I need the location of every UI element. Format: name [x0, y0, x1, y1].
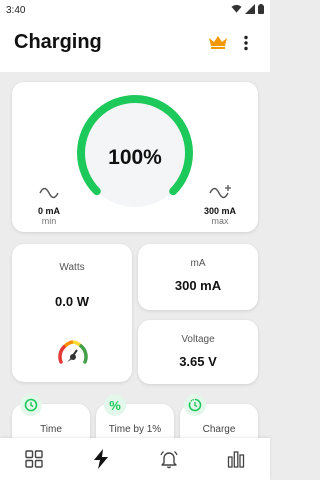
- time-card-label: Time: [40, 424, 62, 435]
- max-current: 300 mA max: [198, 206, 242, 226]
- current-card: mA 300 mA: [138, 244, 258, 310]
- min-current: 0 mA min: [30, 206, 68, 226]
- signal-icon: [245, 4, 255, 14]
- charge-timer-icon: [184, 394, 206, 416]
- charge-card-label: Charge: [202, 424, 236, 435]
- crown-icon[interactable]: [208, 35, 228, 49]
- current-value: 300 mA: [174, 278, 222, 293]
- min-current-caption: min: [41, 216, 57, 226]
- watts-card: Watts 0.0 W: [12, 244, 132, 382]
- bottom-navigation: [0, 438, 270, 480]
- speedometer-icon: [58, 340, 88, 364]
- voltage-label: Voltage: [181, 334, 215, 345]
- app-bar: Charging: [0, 22, 270, 72]
- grid-icon: [25, 450, 43, 468]
- status-icons: [231, 4, 264, 14]
- nav-charging[interactable]: [90, 448, 112, 470]
- time-per-percent-label: Time by 1%: [108, 424, 162, 435]
- battery-icon: [258, 4, 264, 14]
- status-time: 3:40: [6, 5, 26, 16]
- max-current-value: 300 mA: [203, 206, 237, 216]
- status-bar: 3:40: [0, 0, 270, 22]
- sine-wave-icon: [39, 187, 59, 199]
- page-title: Charging: [14, 31, 102, 53]
- voltage-card: Voltage 3.65 V: [138, 320, 258, 384]
- voltage-value: 3.65 V: [179, 354, 217, 369]
- percent-icon: %: [104, 394, 126, 416]
- battery-percent: 100%: [108, 146, 162, 169]
- max-current-caption: max: [211, 216, 229, 226]
- nav-dashboard[interactable]: [23, 448, 45, 470]
- current-label: mA: [190, 258, 206, 269]
- nav-alarm[interactable]: [158, 448, 180, 470]
- sine-wave-plus-icon: [209, 185, 231, 199]
- battery-gauge-card: 100% 0 mA min 300 mA max: [12, 82, 258, 232]
- more-options-icon[interactable]: [243, 35, 249, 51]
- watts-label: Watts: [59, 262, 85, 273]
- watts-value: 0.0 W: [55, 294, 89, 309]
- bar-chart-icon: [227, 451, 245, 468]
- bell-icon: [160, 450, 178, 469]
- min-current-value: 0 mA: [37, 206, 60, 216]
- wifi-icon: [231, 4, 242, 13]
- clock-icon: [20, 394, 42, 416]
- nav-statistics[interactable]: [225, 448, 247, 470]
- lightning-icon: [94, 449, 108, 469]
